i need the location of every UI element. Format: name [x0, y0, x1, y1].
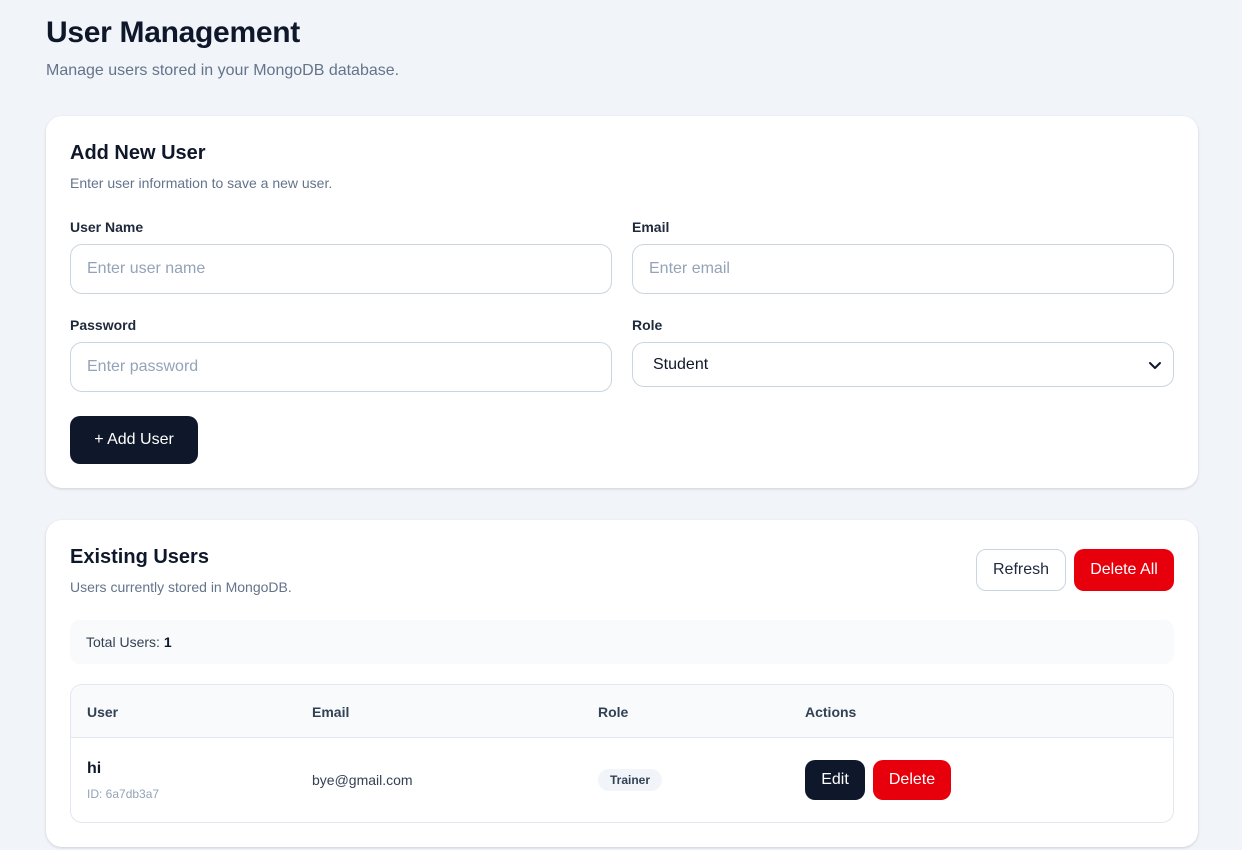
role-select-value: Student [653, 355, 709, 373]
role-badge: Trainer [598, 769, 663, 791]
email-input[interactable] [632, 244, 1174, 294]
add-user-title: Add New User [70, 142, 206, 164]
role-cell: Trainer [598, 769, 663, 791]
users-table: User Email Role Actions hi ID: 6a7db3a7 … [70, 684, 1174, 823]
page-title: User Management [46, 16, 300, 49]
existing-users-card: Existing Users Users currently stored in… [46, 520, 1198, 847]
user-management-page: User Management Manage users stored in y… [0, 0, 1242, 850]
username-label: User Name [70, 219, 144, 235]
total-users-bar: Total Users: 1 [70, 620, 1174, 664]
table-header: User Email Role Actions [71, 685, 1173, 738]
role-select[interactable]: Student [632, 342, 1174, 387]
username-input[interactable] [70, 244, 612, 294]
user-id: ID: 6a7db3a7 [87, 787, 160, 801]
add-user-button[interactable]: + Add User [70, 416, 198, 464]
password-input[interactable] [70, 342, 612, 392]
delete-all-button[interactable]: Delete All [1074, 549, 1174, 591]
column-header-email: Email [312, 704, 350, 720]
column-header-user: User [87, 704, 119, 720]
email-label: Email [632, 219, 670, 235]
column-header-actions: Actions [805, 704, 857, 720]
delete-button[interactable]: Delete [873, 760, 951, 800]
total-users-label: Total Users: [86, 634, 160, 650]
column-header-role: Role [598, 704, 629, 720]
add-user-description: Enter user information to save a new use… [70, 175, 333, 191]
user-name: hi [87, 760, 102, 777]
user-email: bye@gmail.com [312, 772, 413, 788]
edit-button[interactable]: Edit [805, 760, 865, 800]
password-label: Password [70, 317, 137, 333]
existing-users-title: Existing Users [70, 546, 209, 568]
total-users-count: 1 [163, 634, 172, 650]
role-label: Role [632, 317, 663, 333]
table-row: hi ID: 6a7db3a7 bye@gmail.com Trainer Ed… [71, 738, 1173, 822]
refresh-button[interactable]: Refresh [976, 549, 1066, 591]
page-subtitle: Manage users stored in your MongoDB data… [46, 62, 400, 79]
existing-users-description: Users currently stored in MongoDB. [70, 579, 292, 595]
add-user-card: Add New User Enter user information to s… [46, 116, 1198, 488]
chevron-down-icon [1149, 362, 1161, 369]
